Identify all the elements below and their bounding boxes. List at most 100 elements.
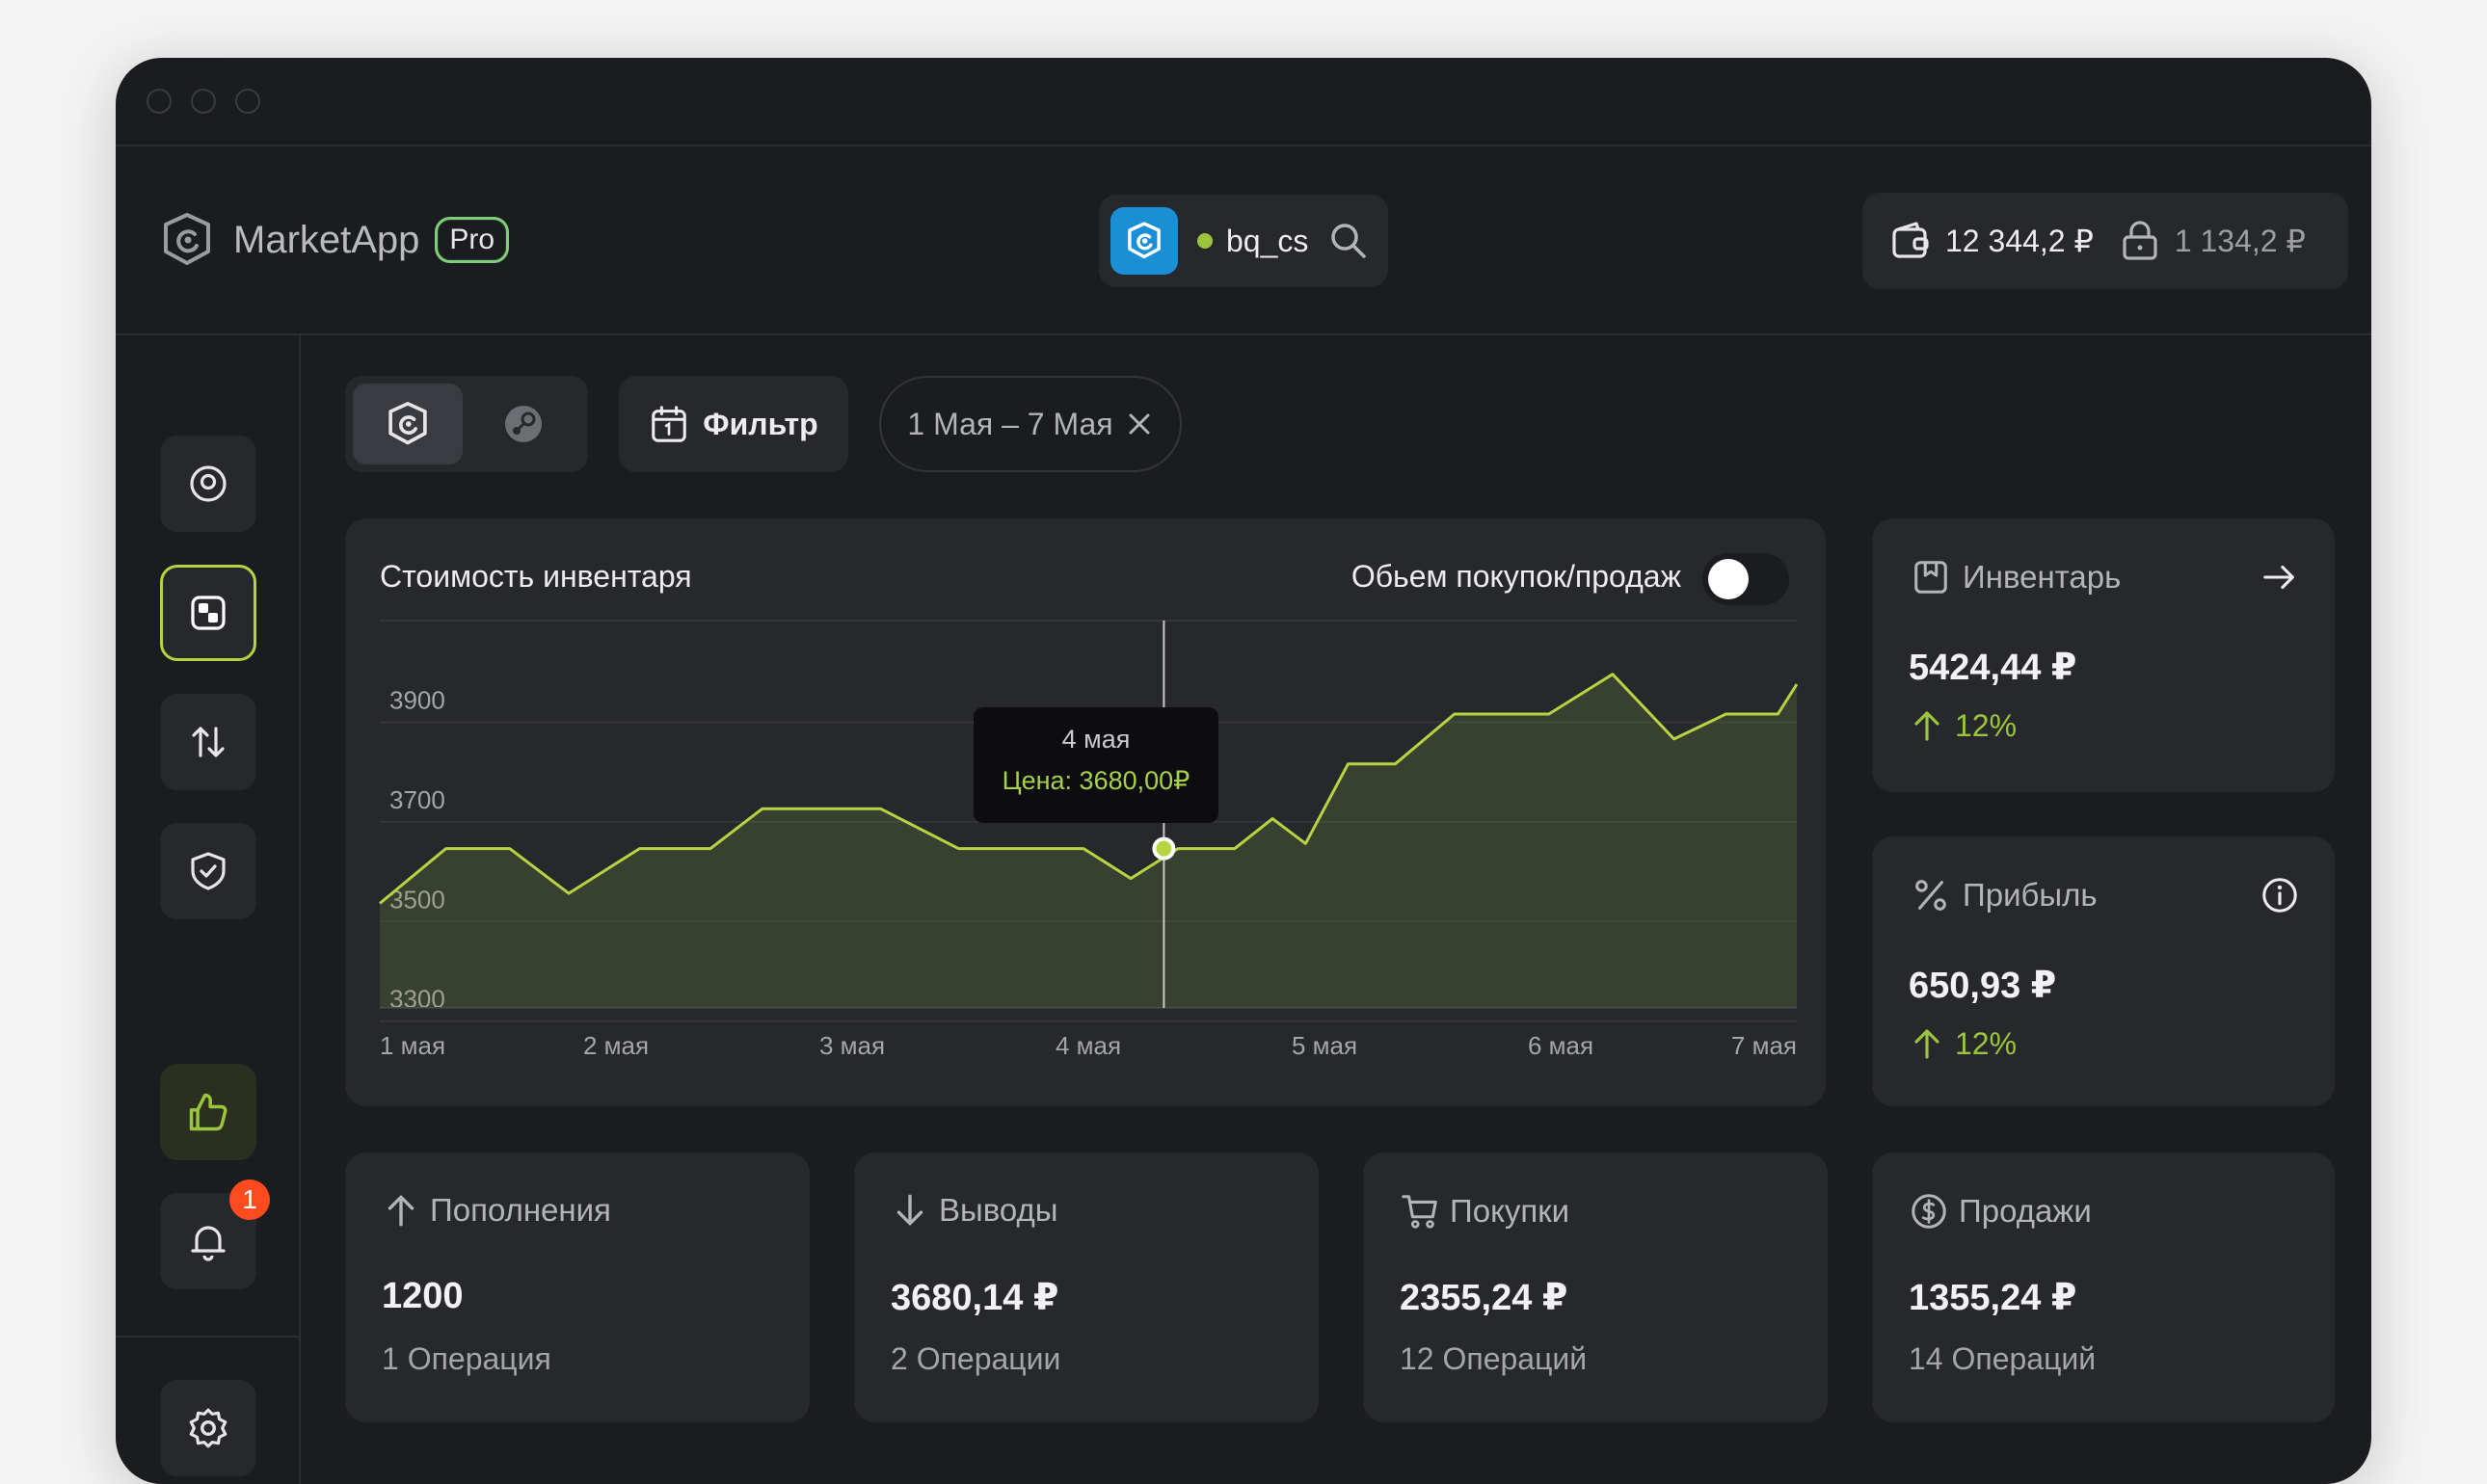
steam-icon <box>505 406 542 442</box>
platform-steam-button[interactable] <box>468 384 578 464</box>
top-header: MarketApp Pro bq_cs 12 344,2 ₽ 1 134,2 ₽ <box>116 146 2371 335</box>
inventory-card[interactable]: Инвентарь 5424,44 ₽ 12% <box>1872 518 2335 792</box>
title-bar <box>116 58 2371 146</box>
sales-value: 1355,24 ₽ <box>1909 1278 2077 1318</box>
window-zoom-button[interactable] <box>235 89 260 114</box>
arrow-up-icon <box>1914 1029 1939 1059</box>
gear-icon <box>189 1408 227 1448</box>
deposits-count: 1 Операция <box>382 1341 551 1376</box>
marketapp-avatar-icon <box>1128 222 1161 259</box>
cart-icon <box>1402 1195 1437 1229</box>
withdrawals-card[interactable]: Выводы 3680,14 ₽ 2 Операции <box>854 1153 1319 1422</box>
bell-icon <box>191 1226 226 1261</box>
sidebar-item-feedback[interactable] <box>160 1064 256 1160</box>
search-icon[interactable] <box>1327 220 1370 262</box>
percent-icon <box>1915 880 1946 911</box>
shield-check-icon <box>191 852 226 890</box>
wallet-balance-value: 12 344,2 ₽ <box>1945 224 2094 258</box>
withdrawals-count: 2 Операции <box>891 1341 1061 1376</box>
avatar[interactable] <box>1110 207 1178 275</box>
x-tick-label: 2 мая <box>583 1031 649 1060</box>
profit-change: 12% <box>1909 1025 2017 1062</box>
close-icon[interactable] <box>1125 410 1154 438</box>
filter-button[interactable]: Фильтр <box>619 376 848 472</box>
sidebar-item-profile[interactable] <box>160 436 256 532</box>
deposits-value: 1200 <box>382 1276 464 1316</box>
locked-balance[interactable]: 1 134,2 ₽ <box>2119 220 2306 262</box>
x-tick-label: 5 мая <box>1292 1031 1357 1060</box>
inventory-change-value: 12% <box>1955 707 2018 743</box>
wallet-balance[interactable]: 12 344,2 ₽ <box>1889 220 2094 262</box>
arrow-down-icon <box>896 1194 923 1226</box>
purchases-card[interactable]: Покупки 2355,24 ₽ 12 Операций <box>1363 1153 1828 1422</box>
withdrawals-title: Выводы <box>939 1192 1058 1228</box>
sidebar-item-dashboard[interactable] <box>160 565 256 661</box>
sidebar-item-settings[interactable] <box>160 1380 256 1476</box>
sales-count: 14 Операций <box>1909 1341 2097 1376</box>
platform-marketapp-button[interactable] <box>353 384 463 464</box>
username: bq_cs <box>1226 223 1309 258</box>
brand[interactable]: MarketApp Pro <box>156 204 510 276</box>
deposits-card-title: Пополнения <box>382 1191 611 1230</box>
sidebar-item-transactions[interactable] <box>160 694 256 790</box>
bookmark-icon <box>1914 561 1947 594</box>
tooltip-price: Цена: 3680,00₽ <box>1002 766 1190 795</box>
purchases-card-title: Покупки <box>1400 1191 1569 1232</box>
sales-card[interactable]: Продажи 1355,24 ₽ 14 Операций <box>1872 1153 2335 1422</box>
inventory-value-chart-card: Стоимость инвентаря Обьем покупок/продаж… <box>345 518 1826 1106</box>
window-close-button[interactable] <box>147 89 172 114</box>
chart-highlight-point <box>1152 836 1176 861</box>
profit-value: 650,93 ₽ <box>1909 966 2057 1006</box>
window-minimize-button[interactable] <box>191 89 216 114</box>
x-tick-label: 4 мая <box>1056 1031 1121 1060</box>
profit-card-title: Прибыль <box>1911 875 2098 915</box>
sidebar: 1 <box>116 335 301 1484</box>
pro-badge: Pro <box>435 217 510 263</box>
x-tick-label: 3 мая <box>819 1031 885 1060</box>
user-circle-icon <box>190 465 227 502</box>
sidebar-item-notifications[interactable]: 1 <box>160 1179 270 1289</box>
sidebar-item-security[interactable] <box>160 823 256 919</box>
purchases-value: 2355,24 ₽ <box>1400 1278 1568 1318</box>
info-icon[interactable] <box>2260 875 2300 915</box>
profit-card[interactable]: Прибыль 650,93 ₽ 12% <box>1872 836 2335 1106</box>
app-name: MarketApp <box>233 218 420 261</box>
inventory-value: 5424,44 ₽ <box>1909 648 2077 688</box>
inventory-title: Инвентарь <box>1963 559 2122 595</box>
arrow-up-icon <box>1914 711 1939 741</box>
tooltip-date: 4 мая <box>1061 725 1131 754</box>
sales-title: Продажи <box>1959 1193 2092 1229</box>
arrow-right-icon[interactable] <box>2260 557 2300 597</box>
x-tick-label: 1 мая <box>380 1031 445 1060</box>
sales-card-title: Продажи <box>1909 1191 2092 1232</box>
transfer-icon <box>192 727 225 757</box>
notification-badge: 1 <box>229 1179 270 1220</box>
date-range-chip[interactable]: 1 Мая – 7 Мая <box>879 376 1182 472</box>
user-account-pill[interactable]: bq_cs <box>1099 195 1388 287</box>
inventory-change: 12% <box>1909 707 2017 744</box>
x-tick-label: 7 мая <box>1731 1031 1797 1060</box>
locked-balance-value: 1 134,2 ₽ <box>2174 224 2306 258</box>
lock-icon <box>2123 221 2157 260</box>
profit-change-value: 12% <box>1955 1025 2018 1061</box>
chart-tooltip: 4 мая Цена: 3680,00₽ <box>974 707 1218 823</box>
purchases-count: 12 Операций <box>1400 1341 1588 1376</box>
marketapp-icon <box>388 402 427 445</box>
y-tick-label: 3900 <box>389 686 445 715</box>
filter-label: Фильтр <box>703 406 818 441</box>
thumbs-up-icon <box>189 1093 227 1131</box>
calendar-icon <box>652 406 687 442</box>
x-tick-label: 6 мая <box>1528 1031 1593 1060</box>
platform-switcher <box>345 376 588 472</box>
dollar-circle-icon <box>1912 1194 1946 1229</box>
sidebar-divider <box>116 1336 299 1338</box>
inventory-card-title: Инвентарь <box>1911 557 2121 597</box>
online-status-dot <box>1197 233 1213 249</box>
deposits-card[interactable]: Пополнения 1200 1 Операция <box>345 1153 810 1422</box>
dashboard-icon <box>191 596 226 630</box>
y-tick-label: 3700 <box>389 785 445 814</box>
balance-pill[interactable]: 12 344,2 ₽ 1 134,2 ₽ <box>1862 193 2348 289</box>
withdrawals-value: 3680,14 ₽ <box>891 1278 1059 1318</box>
purchases-title: Покупки <box>1450 1193 1570 1229</box>
profit-title: Прибыль <box>1963 877 2098 913</box>
